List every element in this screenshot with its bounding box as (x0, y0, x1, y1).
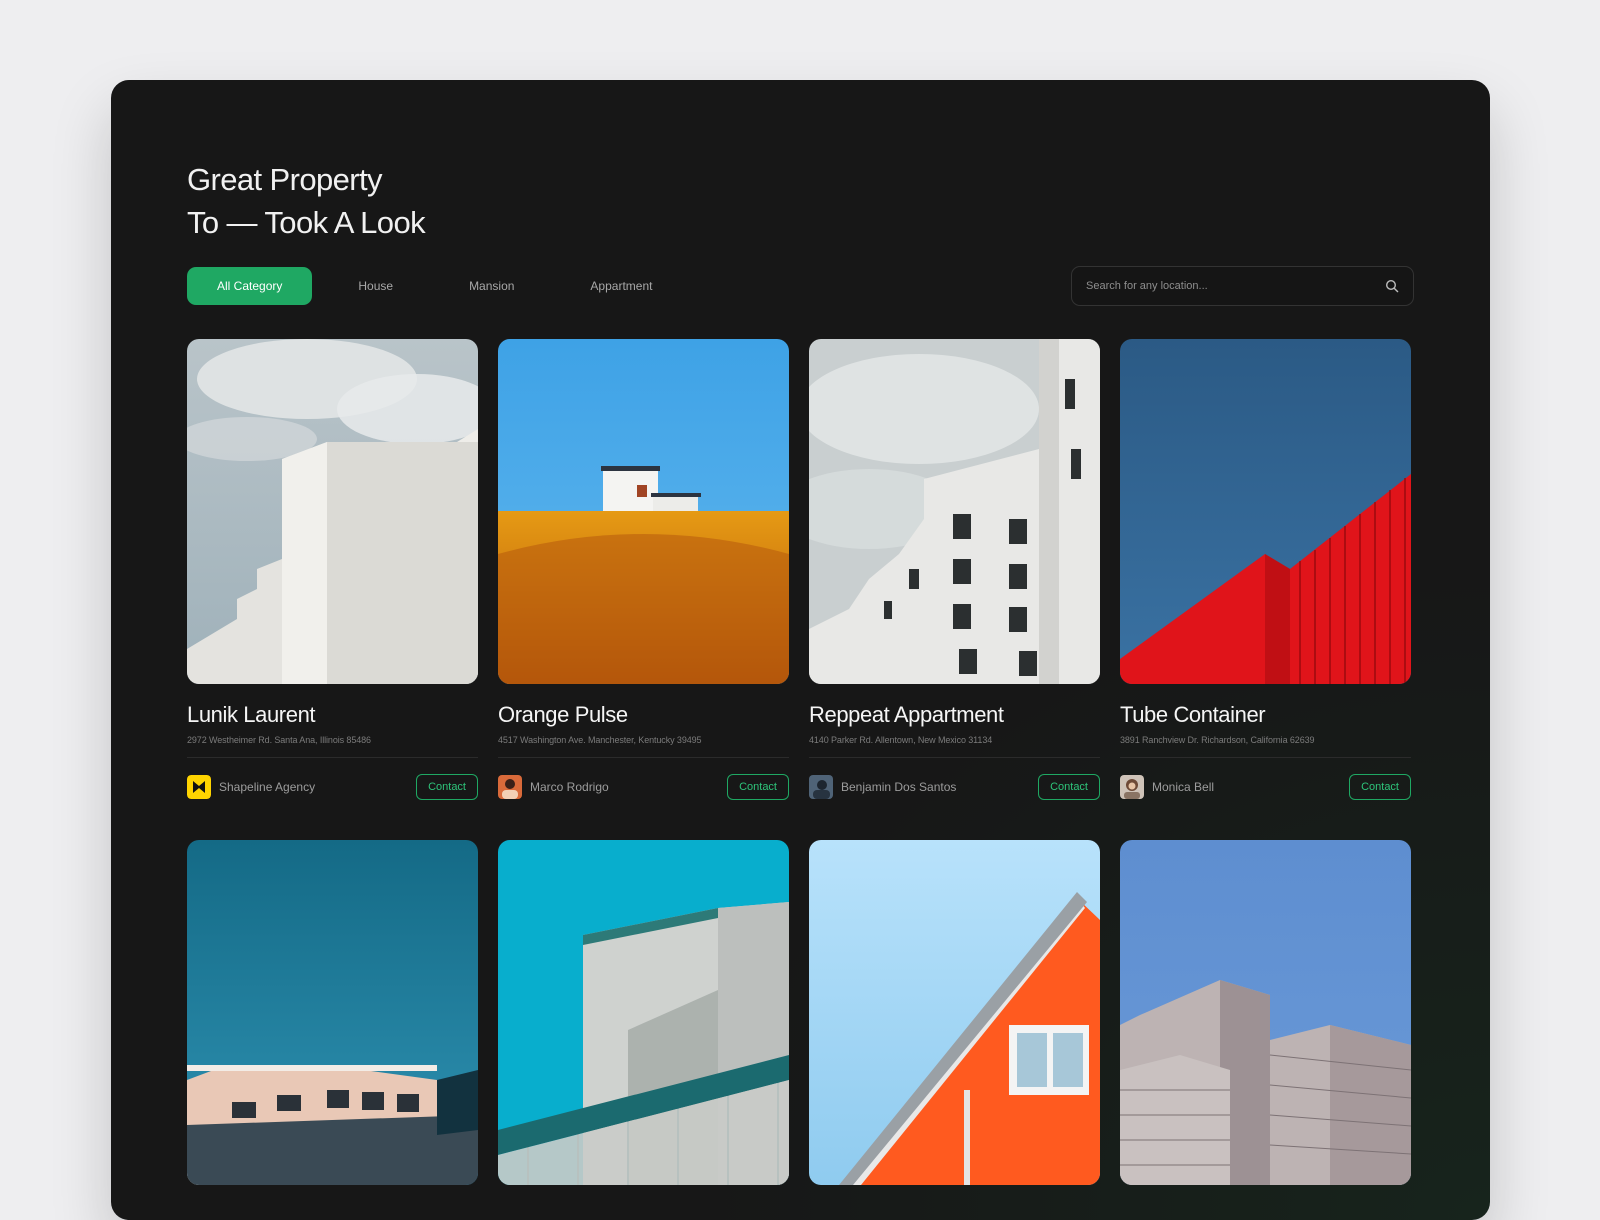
listing-card[interactable] (498, 840, 789, 1185)
listing-address: 4517 Washington Ave. Manchester, Kentuck… (498, 735, 702, 745)
divider (809, 757, 1100, 758)
tab-all-category[interactable]: All Category (187, 267, 313, 305)
contact-button[interactable]: Contact (1349, 774, 1411, 800)
category-tabs: All Category House Mansion Appartment (187, 267, 704, 305)
listing-photo[interactable] (187, 840, 478, 1185)
app-window: Great Property To — Took A Look All Cate… (111, 80, 1490, 1220)
avatar-icon (809, 775, 833, 799)
listing-photo[interactable] (498, 840, 789, 1185)
listing-row: Lunik Laurent 2972 Westheimer Rd. Santa … (187, 339, 1414, 800)
listing-card[interactable]: Reppeat Appartment 4140 Parker Rd. Allen… (809, 339, 1100, 800)
agent-name[interactable]: Monica Bell (1152, 780, 1349, 794)
listing-photo[interactable] (1120, 840, 1411, 1185)
listing-agent: Shapeline Agency Contact (187, 774, 478, 800)
listing-card[interactable] (809, 840, 1100, 1185)
agent-name[interactable]: Marco Rodrigo (530, 780, 727, 794)
listing-photo[interactable] (809, 840, 1100, 1185)
divider (1120, 757, 1411, 758)
agent-name[interactable]: Shapeline Agency (219, 780, 416, 794)
listing-card[interactable]: Tube Container 3891 Ranchview Dr. Richar… (1120, 339, 1411, 800)
listing-grid: Lunik Laurent 2972 Westheimer Rd. Santa … (187, 339, 1414, 1185)
avatar-icon (498, 775, 522, 799)
listing-address: 4140 Parker Rd. Allentown, New Mexico 31… (809, 735, 993, 745)
page-title-line2: To — Took A Look (187, 205, 426, 240)
agency-logo-icon (187, 775, 211, 799)
page-title-line1: Great Property (187, 162, 383, 197)
contact-button[interactable]: Contact (1038, 774, 1100, 800)
listing-card[interactable] (187, 840, 478, 1185)
listing-photo[interactable] (1120, 339, 1411, 684)
agent-name[interactable]: Benjamin Dos Santos (841, 780, 1038, 794)
listing-name: Orange Pulse (498, 702, 628, 727)
listing-name: Tube Container (1120, 702, 1266, 727)
listing-photo[interactable] (809, 339, 1100, 684)
listing-address: 2972 Westheimer Rd. Santa Ana, Illinois … (187, 735, 371, 745)
page-title: Great Property To — Took A Look (187, 158, 426, 244)
search-input[interactable] (1086, 280, 1385, 292)
tab-mansion[interactable]: Mansion (445, 267, 538, 305)
contact-button[interactable]: Contact (416, 774, 478, 800)
tab-appartment[interactable]: Appartment (566, 267, 676, 305)
listing-card[interactable]: Orange Pulse 4517 Washington Ave. Manche… (498, 339, 789, 800)
tab-house[interactable]: House (334, 267, 417, 305)
listing-photo[interactable] (498, 339, 789, 684)
divider (187, 757, 478, 758)
contact-button[interactable]: Contact (727, 774, 789, 800)
divider (498, 757, 789, 758)
avatar-icon (1120, 775, 1144, 799)
listing-photo[interactable] (187, 339, 478, 684)
listing-agent: Benjamin Dos Santos Contact (809, 774, 1100, 800)
listing-row (187, 840, 1414, 1185)
listing-card[interactable] (1120, 840, 1411, 1185)
listing-address: 3891 Ranchview Dr. Richardson, Californi… (1120, 735, 1315, 745)
listing-name: Lunik Laurent (187, 702, 316, 727)
listing-card[interactable]: Lunik Laurent 2972 Westheimer Rd. Santa … (187, 339, 478, 800)
search-icon[interactable] (1385, 279, 1399, 293)
listing-agent: Marco Rodrigo Contact (498, 774, 789, 800)
search-box (1071, 266, 1414, 306)
listing-agent: Monica Bell Contact (1120, 774, 1411, 800)
listing-name: Reppeat Appartment (809, 702, 1004, 727)
